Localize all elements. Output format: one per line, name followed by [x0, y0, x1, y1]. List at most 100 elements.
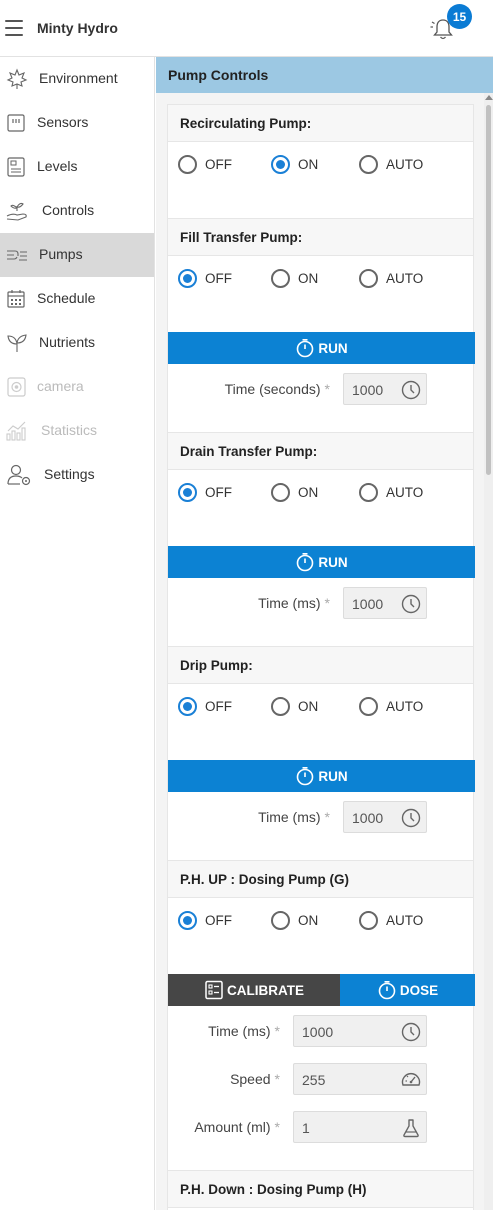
sidebar-item-label: Levels: [37, 158, 78, 174]
sidebar: Environment Sensors Levels Controls Pump…: [0, 57, 155, 1210]
radio-off[interactable]: OFF: [178, 910, 232, 930]
clock-icon: [401, 1022, 421, 1042]
radio-auto[interactable]: AUTO: [359, 910, 423, 930]
time-field-row: Time (ms) * 1000: [168, 587, 475, 619]
app-header: Minty Hydro 15: [0, 0, 493, 57]
time-input[interactable]: 1000: [343, 587, 427, 619]
radio-on[interactable]: ON: [271, 154, 318, 174]
sidebar-item-sensors[interactable]: Sensors: [0, 101, 154, 145]
scrollbar[interactable]: [484, 93, 493, 1210]
speedometer-icon: [401, 1072, 421, 1086]
time-input[interactable]: 1000: [343, 801, 427, 833]
sidebar-item-label: camera: [37, 378, 84, 394]
sidebar-item-schedule[interactable]: Schedule: [0, 277, 154, 321]
hand-plant-icon: [6, 202, 27, 221]
sidebar-item-environment[interactable]: Environment: [0, 57, 154, 101]
run-button[interactable]: RUN: [168, 546, 475, 578]
radio-auto[interactable]: AUTO: [359, 696, 423, 716]
time-field-row: Time (seconds) * 1000: [168, 373, 475, 405]
sidebar-item-label: Sensors: [37, 114, 89, 130]
notification-badge[interactable]: 15: [447, 4, 472, 29]
time-field-row: Time (ms) * 1000: [168, 1015, 475, 1047]
time-input[interactable]: 1000: [343, 373, 427, 405]
radio-off[interactable]: OFF: [178, 482, 232, 502]
time-label: Time (ms) *: [258, 809, 330, 825]
sidebar-item-label: Statistics: [41, 422, 98, 438]
radio-on[interactable]: ON: [271, 910, 318, 930]
clock-icon: [401, 380, 421, 400]
pump-controls-panel: Pump Controls Recirculating Pump: OFF ON…: [156, 57, 493, 1210]
speed-field-row: Speed * 255: [168, 1063, 475, 1095]
radio-auto[interactable]: AUTO: [359, 154, 423, 174]
radio-on[interactable]: ON: [271, 696, 318, 716]
calibrate-button[interactable]: CALIBRATE: [168, 974, 340, 1006]
radio-off[interactable]: OFF: [178, 696, 232, 716]
sidebar-item-label: Controls: [42, 202, 95, 218]
leaf-icon: [6, 68, 28, 89]
radio-off[interactable]: OFF: [178, 268, 232, 288]
card-title: P.H. UP : Dosing Pump (G): [168, 861, 473, 898]
card-title: Fill Transfer Pump:: [168, 219, 473, 256]
time-label: Time (ms) *: [258, 595, 330, 611]
clock-icon: [401, 808, 421, 828]
radio-auto[interactable]: AUTO: [359, 268, 423, 288]
calendar-icon: [7, 290, 25, 308]
levels-icon: [7, 157, 25, 177]
mode-radio-group: OFF ON AUTO: [168, 684, 473, 724]
card-title: Drain Transfer Pump:: [168, 433, 473, 470]
chart-icon: [6, 421, 26, 441]
radio-off[interactable]: OFF: [178, 154, 232, 174]
sidebar-item-label: Environment: [39, 70, 118, 86]
mode-radio-group: OFF ON AUTO: [168, 142, 473, 182]
speed-input[interactable]: 255: [293, 1063, 427, 1095]
app-title: Minty Hydro: [37, 20, 118, 36]
sidebar-item-settings[interactable]: Settings: [0, 453, 154, 497]
drain-transfer-pump-card: Drain Transfer Pump: OFF ON AUTO RUN Tim…: [167, 432, 475, 647]
card-title: Recirculating Pump:: [168, 105, 473, 142]
clock-icon: [401, 594, 421, 614]
sidebar-item-levels[interactable]: Levels: [0, 145, 154, 189]
menu-icon[interactable]: [5, 20, 23, 36]
ph-down-dosing-pump-card: P.H. Down : Dosing Pump (H): [167, 1170, 474, 1210]
user-gear-icon: [7, 464, 31, 486]
ph-up-dosing-pump-card: P.H. UP : Dosing Pump (G) OFF ON AUTO CA…: [167, 860, 475, 1171]
amount-field-row: Amount (ml) * 1: [168, 1111, 475, 1143]
amount-label: Amount (ml) *: [194, 1119, 280, 1135]
mode-radio-group: OFF ON AUTO: [168, 470, 473, 510]
sidebar-item-controls[interactable]: Controls: [0, 189, 154, 233]
sidebar-item-nutrients[interactable]: Nutrients: [0, 321, 154, 365]
flask-icon: [403, 1119, 419, 1138]
pump-icon: [7, 250, 27, 261]
fill-transfer-pump-card: Fill Transfer Pump: OFF ON AUTO RUN Time…: [167, 218, 475, 433]
time-input[interactable]: 1000: [293, 1015, 427, 1047]
recirculating-pump-card: Recirculating Pump: OFF ON AUTO: [167, 104, 474, 219]
stopwatch-icon: [297, 552, 314, 572]
scrollbar-thumb[interactable]: [486, 105, 491, 475]
dose-button[interactable]: DOSE: [340, 974, 475, 1006]
sidebar-item-camera: camera: [0, 365, 154, 409]
scroll-up-icon[interactable]: [485, 95, 493, 100]
sidebar-item-pumps[interactable]: Pumps: [0, 233, 154, 277]
time-label: Time (ms) *: [208, 1023, 280, 1039]
time-field-row: Time (ms) * 1000: [168, 801, 475, 833]
checklist-icon: [205, 980, 223, 1000]
sidebar-item-label: Nutrients: [39, 334, 96, 350]
card-title: Drip Pump:: [168, 647, 473, 684]
stopwatch-icon: [297, 338, 314, 358]
section-title: Pump Controls: [156, 57, 493, 93]
sidebar-item-statistics: Statistics: [0, 409, 154, 453]
sidebar-item-label: Settings: [44, 466, 95, 482]
radio-on[interactable]: ON: [271, 268, 318, 288]
run-button[interactable]: RUN: [168, 760, 475, 792]
sprout-icon: [7, 334, 27, 352]
stopwatch-icon: [297, 766, 314, 786]
radio-auto[interactable]: AUTO: [359, 482, 423, 502]
stopwatch-icon: [378, 980, 396, 1000]
drip-pump-card: Drip Pump: OFF ON AUTO RUN Time (ms) * 10…: [167, 646, 475, 861]
amount-input[interactable]: 1: [293, 1111, 427, 1143]
sensor-icon: [7, 114, 25, 132]
radio-on[interactable]: ON: [271, 482, 318, 502]
dosing-actions: CALIBRATE DOSE: [168, 974, 475, 1006]
sidebar-item-label: Pumps: [39, 246, 83, 262]
run-button[interactable]: RUN: [168, 332, 475, 364]
